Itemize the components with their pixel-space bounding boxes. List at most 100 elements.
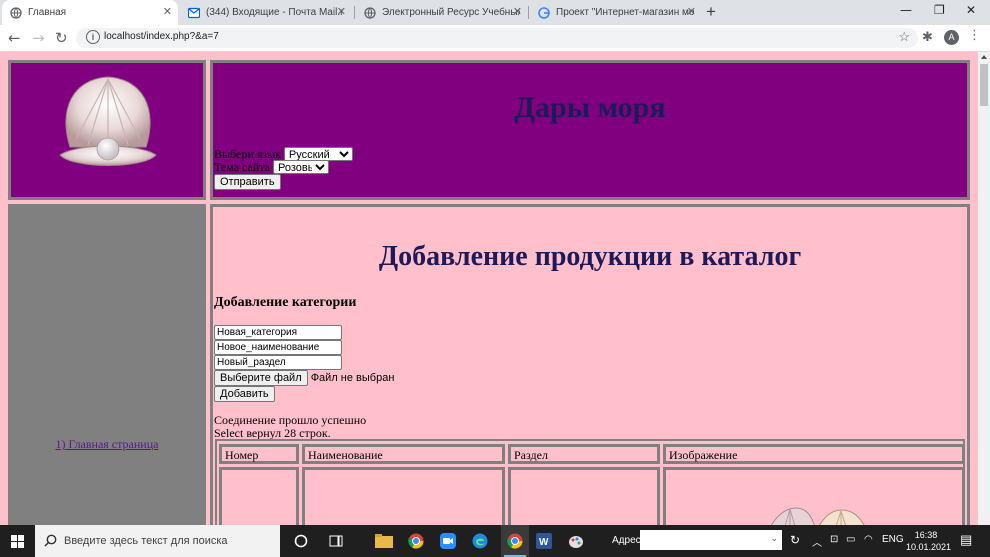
cortana-icon[interactable] [291, 531, 311, 551]
nav-link-home[interactable]: 1) Главная страница [11, 437, 203, 452]
column-header: Наименование [302, 444, 505, 464]
zoom-icon[interactable] [438, 531, 458, 551]
chevron-down-icon[interactable]: ⌄ [770, 533, 778, 544]
omnibox[interactable]: i localhost/index.php?&a=7 ☆ [76, 28, 918, 48]
logo-cell [8, 60, 206, 200]
page-heading: Добавление продукции в каталог [378, 241, 802, 272]
battery-icon[interactable]: ▭ [846, 534, 855, 545]
scroll-up-icon[interactable] [981, 55, 987, 59]
network-icon[interactable]: ⊡ [830, 534, 838, 545]
theme-row: Тема сайта Розовый [214, 160, 329, 175]
tab-home[interactable]: Главная ✕ [2, 0, 178, 25]
wifi-icon[interactable]: ◠ [864, 534, 873, 545]
chrome-active-icon[interactable] [501, 525, 529, 557]
notifications-icon[interactable]: ▤ [960, 532, 972, 548]
avatar[interactable]: A [944, 30, 959, 45]
back-icon[interactable]: ← [8, 29, 21, 47]
address-toolbar-input[interactable]: ⌄ [640, 530, 782, 550]
language-indicator[interactable]: ENG [882, 534, 904, 545]
shell-logo-icon [59, 76, 157, 166]
forward-icon[interactable]: → [32, 29, 45, 47]
section-input[interactable] [214, 355, 342, 370]
web-page: Дары моря Выбери язык Русский Тема сайта… [0, 52, 978, 525]
language-select[interactable]: Русский [283, 147, 353, 161]
windows-start-icon[interactable] [11, 535, 24, 553]
scroll-thumb[interactable] [980, 64, 988, 106]
table-cell [663, 467, 965, 525]
bookmark-star-icon[interactable]: ☆ [898, 29, 910, 45]
address-bar: ← → ↻ i localhost/index.php?&a=7 ☆ [0, 25, 990, 52]
edge-icon[interactable] [470, 531, 490, 551]
add-row: Добавить [214, 386, 275, 402]
close-icon[interactable]: ✕ [513, 5, 522, 18]
theme-select[interactable]: Розовый [272, 160, 329, 174]
reload-icon[interactable]: ↻ [55, 29, 68, 47]
language-label: Выбери язык [214, 147, 281, 161]
main-content-cell: Добавление продукции в каталог Добавлени… [210, 204, 970, 525]
section-subheading: Добавление категории [214, 295, 357, 310]
theme-label: Тема сайта [214, 160, 270, 174]
submit-button[interactable]: Отправить [214, 174, 281, 190]
window-close-icon[interactable]: ✕ [966, 3, 976, 17]
products-table: Номер Наименование Раздел Изображение [215, 439, 965, 525]
address-toolbar-label: Адрес [612, 535, 641, 546]
choose-file-button[interactable]: Выберите файл [214, 370, 308, 386]
product-image [770, 507, 865, 525]
tab-title: Проект "Интернет-магазин мор [556, 7, 694, 18]
mail-icon [188, 7, 200, 19]
globe-icon [10, 6, 22, 19]
go-icon[interactable]: ↻ [790, 533, 800, 547]
category-input[interactable] [214, 325, 342, 340]
sidebar-cell: 1) Главная страница [8, 204, 206, 525]
column-header: Раздел [508, 444, 660, 464]
google-icon [538, 6, 550, 19]
table-cell [508, 467, 660, 525]
table-cell [219, 467, 299, 525]
add-button[interactable]: Добавить [214, 386, 275, 402]
tab-title: Главная [28, 7, 67, 18]
table-cell [302, 467, 505, 525]
word-icon[interactable]: W [534, 531, 554, 551]
taskbar: Введите здесь текст для поиска W Адрес ⌄… [0, 525, 990, 557]
chrome-icon[interactable] [406, 531, 426, 551]
file-upload-row: Выберите файл Файл не выбран [214, 370, 394, 386]
info-icon[interactable]: i [86, 30, 100, 44]
restore-icon[interactable]: ❐ [934, 3, 945, 17]
search-icon [44, 534, 57, 547]
close-icon[interactable]: ✕ [687, 5, 696, 18]
submit-row: Отправить [214, 174, 281, 190]
tab-title: Электронный Ресурс Учебных Д [382, 7, 520, 18]
svg-text:W: W [539, 537, 549, 548]
tab-resource[interactable]: Электронный Ресурс Учебных Д ✕ [356, 0, 528, 25]
url-text[interactable]: localhost/index.php?&a=7 [104, 31, 219, 42]
globe-icon [364, 6, 376, 19]
file-status: Файл не выбран [310, 372, 395, 384]
new-tab-icon[interactable]: + [706, 2, 716, 22]
column-header: Изображение [663, 444, 965, 464]
tab-title: (344) Входящие - Почта Mail.ru [206, 7, 344, 18]
taskbar-search[interactable]: Введите здесь текст для поиска [35, 525, 280, 557]
search-placeholder: Введите здесь текст для поиска [64, 535, 228, 547]
tab-mail[interactable]: (344) Входящие - Почта Mail.ru ✕ [180, 0, 352, 25]
tab-separator [354, 6, 355, 19]
tab-google-doc[interactable]: Проект "Интернет-магазин мор ✕ [530, 0, 702, 25]
close-icon[interactable]: ✕ [163, 5, 172, 18]
paint-icon[interactable] [566, 531, 586, 551]
minimize-icon[interactable]: — [900, 3, 912, 17]
vertical-scrollbar[interactable] [978, 52, 990, 525]
menu-dots-icon[interactable]: ⋮ [968, 28, 981, 43]
site-title: Дары моря [514, 91, 666, 124]
column-header: Номер [219, 444, 299, 464]
close-icon[interactable]: ✕ [337, 5, 346, 18]
browser-tab-strip: Главная ✕ (344) Входящие - Почта Mail.ru… [0, 0, 990, 25]
extensions-icon[interactable]: ✱ [922, 29, 933, 45]
task-view-icon[interactable] [326, 531, 346, 551]
site-header-cell: Дары моря Выбери язык Русский Тема сайта… [210, 60, 970, 200]
tab-separator [528, 6, 529, 19]
clock-date: 10.01.2021 [906, 542, 952, 552]
name-input[interactable] [214, 340, 342, 355]
clock[interactable]: 16:38 10.01.2021 [906, 529, 952, 553]
chevron-up-icon[interactable]: ︿ [812, 534, 822, 549]
file-explorer-icon[interactable] [374, 531, 394, 551]
clock-time: 16:38 [914, 530, 938, 540]
